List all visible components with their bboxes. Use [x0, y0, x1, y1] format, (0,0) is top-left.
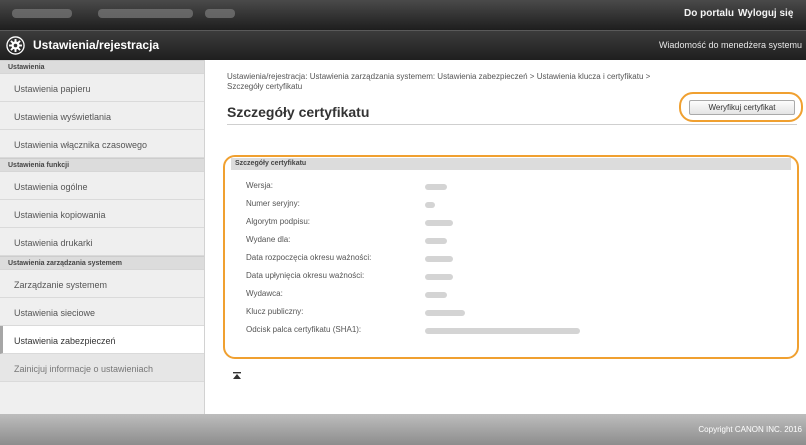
copyright-text: Copyright CANON INC. 2016 [698, 425, 802, 434]
sidebar-section-system-management: Ustawienia zarządzania systemem [0, 256, 204, 270]
detail-label-issued-to: Wydane dla: [246, 235, 291, 244]
detail-value-blurred [425, 202, 435, 208]
admin-message-link[interactable]: Wiadomość do menedżera systemu [659, 40, 802, 50]
device-model-blurred [205, 9, 235, 18]
breadcrumb-current: Szczegóły certyfikatu [227, 82, 303, 91]
breadcrumb: Ustawienia/rejestracja: Ustawienia zarzą… [227, 72, 795, 92]
verify-certificate-button[interactable]: Weryfikuj certyfikat [689, 100, 795, 115]
verify-button-highlight: Weryfikuj certyfikat [679, 92, 803, 122]
logout-link[interactable]: Wyloguj się [738, 8, 793, 19]
detail-value-blurred [425, 274, 453, 280]
certificate-details-heading: Szczegóły certyfikatu [231, 158, 791, 170]
detail-label-signature-algorithm: Algorytm podpisu: [246, 217, 311, 226]
detail-label-version: Wersja: [246, 181, 273, 190]
sidebar-item-initialize-settings[interactable]: Zainicjuj informacje o ustawieniach [0, 354, 204, 382]
detail-label-validity-start: Data rozpoczęcia okresu ważności: [246, 253, 372, 262]
app-title: Ustawienia/rejestracja [33, 38, 160, 52]
device-name-blurred [12, 9, 72, 18]
detail-value-blurred [425, 238, 447, 244]
title-divider [227, 124, 797, 125]
detail-value-blurred [425, 328, 580, 334]
detail-value-blurred [425, 220, 453, 226]
sidebar-section-settings: Ustawienia [0, 60, 204, 74]
sidebar-item-display-settings[interactable]: Ustawienia wyświetlania [0, 102, 204, 130]
app-header: Ustawienia/rejestracja Wiadomość do mene… [0, 30, 806, 60]
detail-label-serial-number: Numer seryjny: [246, 199, 300, 208]
detail-label-public-key: Klucz publiczny: [246, 307, 304, 316]
detail-value-blurred [425, 310, 465, 316]
detail-value-blurred [425, 184, 447, 190]
portal-link[interactable]: Do portalu [684, 8, 734, 19]
detail-label-validity-end: Data upłynięcia okresu ważności: [246, 271, 365, 280]
sidebar-item-paper-settings[interactable]: Ustawienia papieru [0, 74, 204, 102]
detail-value-blurred [425, 256, 453, 262]
sidebar-item-timer-settings[interactable]: Ustawienia włącznika czasowego [0, 130, 204, 158]
sidebar-item-printer-settings[interactable]: Ustawienia drukarki [0, 228, 204, 256]
breadcrumb-path[interactable]: Ustawienia/rejestracja: Ustawienia zarzą… [227, 72, 650, 81]
gear-icon [6, 36, 25, 55]
sidebar-item-network-settings[interactable]: Ustawienia sieciowe [0, 298, 204, 326]
sidebar-item-system-management[interactable]: Zarządzanie systemem [0, 270, 204, 298]
detail-label-issuer: Wydawca: [246, 289, 283, 298]
sidebar-item-copy-settings[interactable]: Ustawienia kopiowania [0, 200, 204, 228]
sidebar-item-security-settings[interactable]: Ustawienia zabezpieczeń [0, 326, 204, 354]
device-address-blurred [98, 9, 193, 18]
detail-label-sha1-fingerprint: Odcisk palca certyfikatu (SHA1): [246, 325, 362, 334]
detail-value-blurred [425, 292, 447, 298]
top-bar: Do portalu Wyloguj się [0, 0, 806, 30]
footer: Copyright CANON INC. 2016 [0, 414, 806, 445]
page-title: Szczegóły certyfikatu [227, 104, 370, 120]
back-to-top-icon[interactable] [233, 372, 241, 381]
sidebar-item-general-settings[interactable]: Ustawienia ogólne [0, 172, 204, 200]
sidebar-section-function-settings: Ustawienia funkcji [0, 158, 204, 172]
sidebar: Ustawienia Ustawienia papieru Ustawienia… [0, 60, 205, 414]
